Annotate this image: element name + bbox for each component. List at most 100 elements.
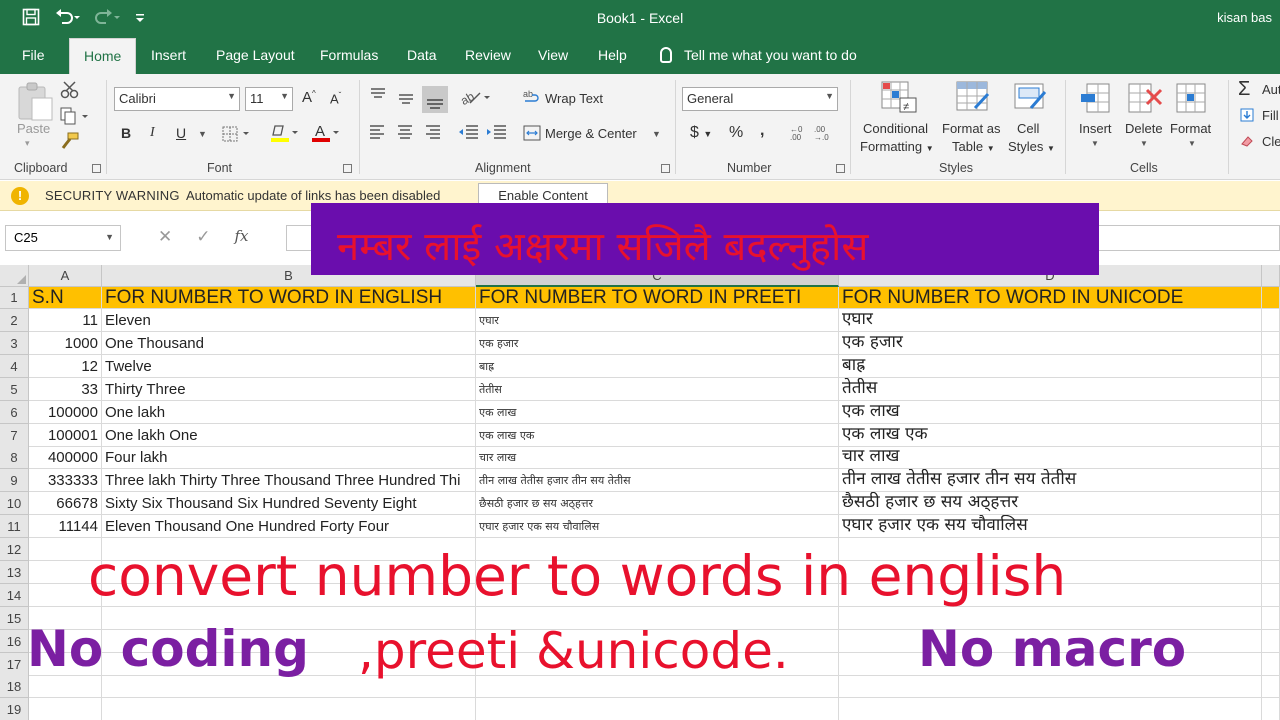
cell-unicode[interactable]: एक लाख xyxy=(839,400,1262,424)
cell-sn[interactable]: 11 xyxy=(29,309,102,332)
column-header-e[interactable] xyxy=(1262,265,1280,287)
autosum-label[interactable]: Aut xyxy=(1262,82,1280,97)
copy-icon[interactable] xyxy=(60,107,90,128)
clear-label[interactable]: Cle xyxy=(1262,134,1280,149)
cell-empty[interactable] xyxy=(1262,629,1280,653)
comma-button[interactable]: , xyxy=(760,122,764,140)
select-all-corner[interactable] xyxy=(0,265,29,287)
chevron-down-icon[interactable]: ▼ xyxy=(1140,139,1148,148)
conditional-formatting-label[interactable]: Conditional xyxy=(863,121,928,136)
cell-empty[interactable] xyxy=(1262,309,1280,332)
merge-center-icon[interactable] xyxy=(523,125,541,144)
font-launcher-icon[interactable] xyxy=(343,164,352,173)
cell-english[interactable]: Four lakh xyxy=(102,446,476,470)
row-header[interactable]: 18 xyxy=(0,675,29,699)
cell-preeti[interactable]: एक लाख एक xyxy=(476,423,839,447)
format-cells-icon[interactable] xyxy=(1175,82,1209,117)
cell-empty[interactable] xyxy=(839,675,1262,699)
merge-center-button[interactable]: Merge & Center xyxy=(545,126,637,141)
cell-empty[interactable] xyxy=(1262,606,1280,630)
row-header[interactable]: 4 xyxy=(0,354,29,378)
currency-button[interactable]: $ ▼ xyxy=(690,124,712,142)
wrap-text-icon[interactable]: ab xyxy=(523,88,541,109)
cell-styles-icon[interactable] xyxy=(1013,80,1049,117)
percent-button[interactable]: % xyxy=(729,124,743,142)
cell-empty[interactable] xyxy=(1262,469,1280,493)
cell-preeti[interactable]: तेतीस xyxy=(476,377,839,401)
cell-preeti[interactable]: चार लाख xyxy=(476,446,839,470)
cell-empty[interactable] xyxy=(1262,538,1280,561)
shrink-font-button[interactable]: Aˇ xyxy=(330,91,341,106)
chevron-down-icon[interactable]: ▼ xyxy=(652,129,661,139)
row-header[interactable]: 5 xyxy=(0,377,29,401)
cell-empty[interactable] xyxy=(1262,446,1280,470)
cell-empty[interactable] xyxy=(1262,354,1280,378)
column-header-a[interactable]: A xyxy=(29,265,102,287)
insert-function-icon[interactable]: fx xyxy=(235,227,249,247)
row-header[interactable]: 12 xyxy=(0,538,29,561)
cell-unicode[interactable]: बाह्र xyxy=(839,354,1262,378)
font-size-select[interactable]: 11 ▼ xyxy=(245,87,293,111)
horizontal-align-icons[interactable] xyxy=(369,124,445,143)
cell-empty[interactable] xyxy=(1262,560,1280,584)
cell-english[interactable]: Sixty Six Thousand Six Hundred Seventy E… xyxy=(102,492,476,516)
cell-english[interactable]: One Thousand xyxy=(102,331,476,355)
italic-button[interactable]: I xyxy=(150,125,155,141)
cancel-icon[interactable]: ✕ xyxy=(158,227,172,247)
cell-empty[interactable] xyxy=(1262,583,1280,607)
header-cell-c[interactable]: FOR NUMBER TO WORD IN PREETI xyxy=(476,287,839,309)
cell-sn[interactable]: 66678 xyxy=(29,492,102,516)
tab-file[interactable]: File xyxy=(22,47,45,63)
font-color-icon[interactable]: A xyxy=(311,122,341,147)
cell-preeti[interactable]: एक हजार xyxy=(476,331,839,355)
paste-label[interactable]: Paste xyxy=(17,121,50,136)
tab-home[interactable]: Home xyxy=(69,38,137,75)
underline-button[interactable]: U xyxy=(176,125,186,141)
cell-preeti[interactable]: एघार xyxy=(476,309,839,332)
cell-preeti[interactable]: छैसठी हजार छ सय अठ्हत्तर xyxy=(476,492,839,516)
top-align-icon[interactable] xyxy=(369,86,449,117)
autosum-icon[interactable]: Σ xyxy=(1238,78,1250,101)
row-header[interactable]: 16 xyxy=(0,629,29,653)
cell-english[interactable]: One lakh One xyxy=(102,423,476,447)
cell-sn[interactable]: 400000 xyxy=(29,446,102,470)
cell-unicode[interactable]: एघार xyxy=(839,309,1262,332)
row-header[interactable]: 10 xyxy=(0,492,29,516)
tab-page-layout[interactable]: Page Layout xyxy=(216,47,295,63)
cell-empty[interactable] xyxy=(1262,652,1280,676)
cell-english[interactable]: One lakh xyxy=(102,400,476,424)
cell-unicode[interactable]: तेतीस xyxy=(839,377,1262,401)
cell-english[interactable]: Twelve xyxy=(102,354,476,378)
insert-cells-label[interactable]: Insert xyxy=(1079,121,1112,136)
conditional-formatting-icon[interactable]: ≠ xyxy=(880,80,918,117)
enter-icon[interactable]: ✓ xyxy=(196,227,210,247)
row-header[interactable]: 7 xyxy=(0,423,29,447)
cell-preeti[interactable]: बाह्र xyxy=(476,354,839,378)
cell-english[interactable]: Eleven xyxy=(102,309,476,332)
cell-empty[interactable] xyxy=(476,698,839,720)
cell-styles-label[interactable]: Styles ▼ xyxy=(1008,139,1055,154)
cell-sn[interactable]: 333333 xyxy=(29,469,102,493)
fill-icon[interactable] xyxy=(1240,108,1254,125)
tab-insert[interactable]: Insert xyxy=(151,47,186,63)
insert-cells-icon[interactable] xyxy=(1079,82,1113,117)
number-launcher-icon[interactable] xyxy=(836,164,845,173)
format-cells-label[interactable]: Format xyxy=(1170,121,1211,136)
tab-help[interactable]: Help xyxy=(598,47,627,63)
row-header[interactable]: 14 xyxy=(0,583,29,607)
row-header[interactable]: 19 xyxy=(0,698,29,720)
row-header[interactable]: 17 xyxy=(0,652,29,676)
cell-empty[interactable] xyxy=(1262,400,1280,424)
grow-font-button[interactable]: A^ xyxy=(302,89,316,106)
clear-icon[interactable] xyxy=(1240,134,1254,151)
row-header[interactable]: 13 xyxy=(0,560,29,584)
cell-empty[interactable] xyxy=(1262,377,1280,401)
borders-icon[interactable] xyxy=(222,126,252,145)
cell-empty[interactable] xyxy=(839,698,1262,720)
cell-unicode[interactable]: एक लाख एक xyxy=(839,423,1262,447)
row-header[interactable]: 1 xyxy=(0,287,29,309)
delete-cells-icon[interactable] xyxy=(1127,82,1163,117)
format-painter-icon[interactable] xyxy=(60,132,80,153)
cell-preeti[interactable]: तीन लाख तेतीस हजार तीन सय तेतीस xyxy=(476,469,839,493)
cell-empty[interactable] xyxy=(1262,423,1280,447)
